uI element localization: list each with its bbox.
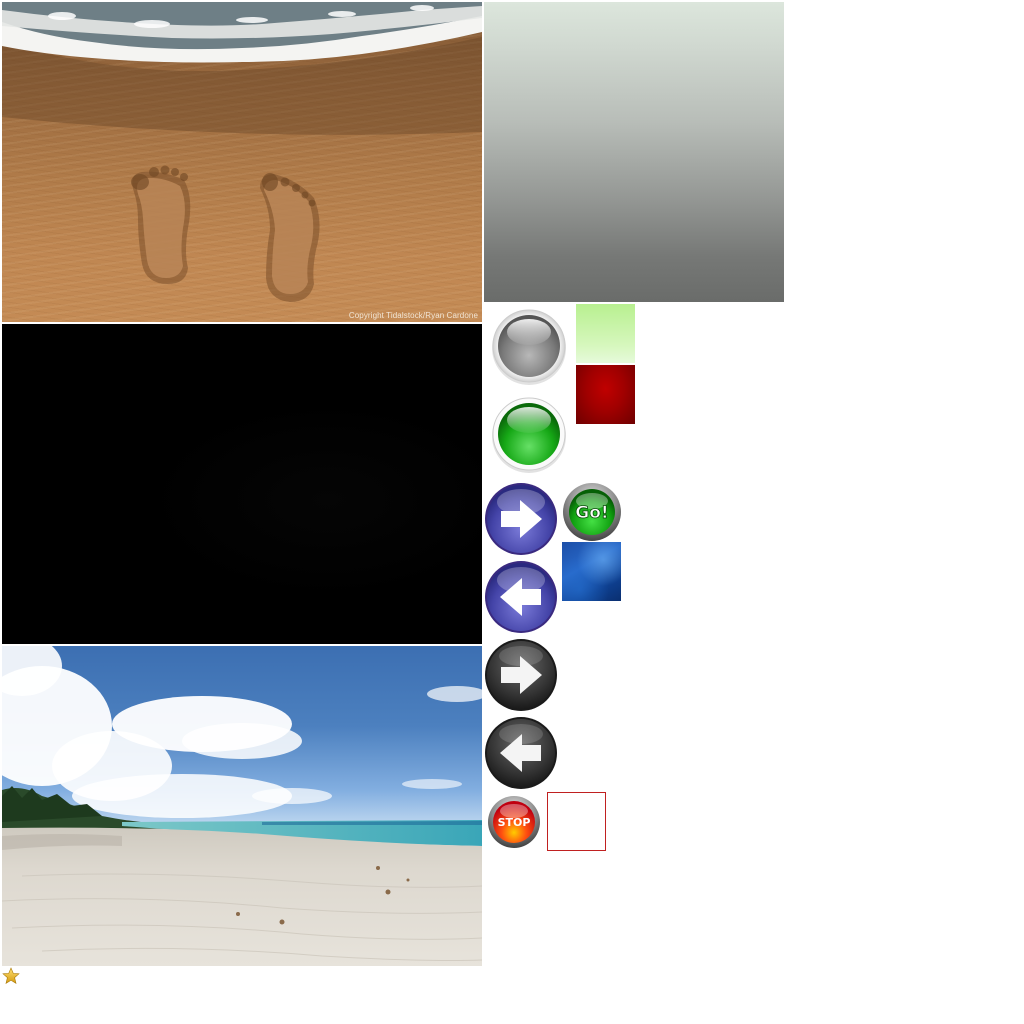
footprints-sand-image: Copyright Tidalstock/Ryan Cardone [2,2,482,322]
stop-button-graphic: STOP [488,796,540,848]
black-image-panel [2,324,482,644]
arrow-left-icon [485,717,557,789]
arrow-left-purple-button[interactable] [484,560,558,634]
star-icon [2,967,20,985]
footprints-illustration [2,2,482,302]
copyright-caption: Copyright Tidalstock/Ryan Cardone [348,311,478,320]
gray-orb-button-icon [492,309,566,385]
go-label: Go! [575,503,608,523]
gray-orb-button[interactable] [490,308,568,386]
arrow-right-purple-button[interactable] [484,482,558,556]
beach-image [2,646,482,966]
arrow-right-icon [485,483,557,555]
arrow-right-dark-button[interactable] [484,638,558,712]
stop-label: STOP [498,816,531,829]
red-gradient-swatch [576,365,635,424]
green-orb-button-icon [492,397,566,473]
star-icon-graphic [2,967,20,985]
go-button[interactable]: Go! [562,482,622,542]
arrow-right-icon [485,639,557,711]
blue-abstract-swatch [562,542,621,601]
arrow-left-icon [485,561,557,633]
empty-red-bordered-box [547,792,606,851]
gray-gradient-panel [484,2,784,302]
beach-illustration [2,646,482,966]
green-orb-button[interactable] [490,396,568,474]
stop-button[interactable]: STOP [487,795,541,849]
green-gradient-swatch [576,304,635,363]
arrow-left-dark-button[interactable] [484,716,558,790]
go-button-graphic: Go! [563,483,621,541]
